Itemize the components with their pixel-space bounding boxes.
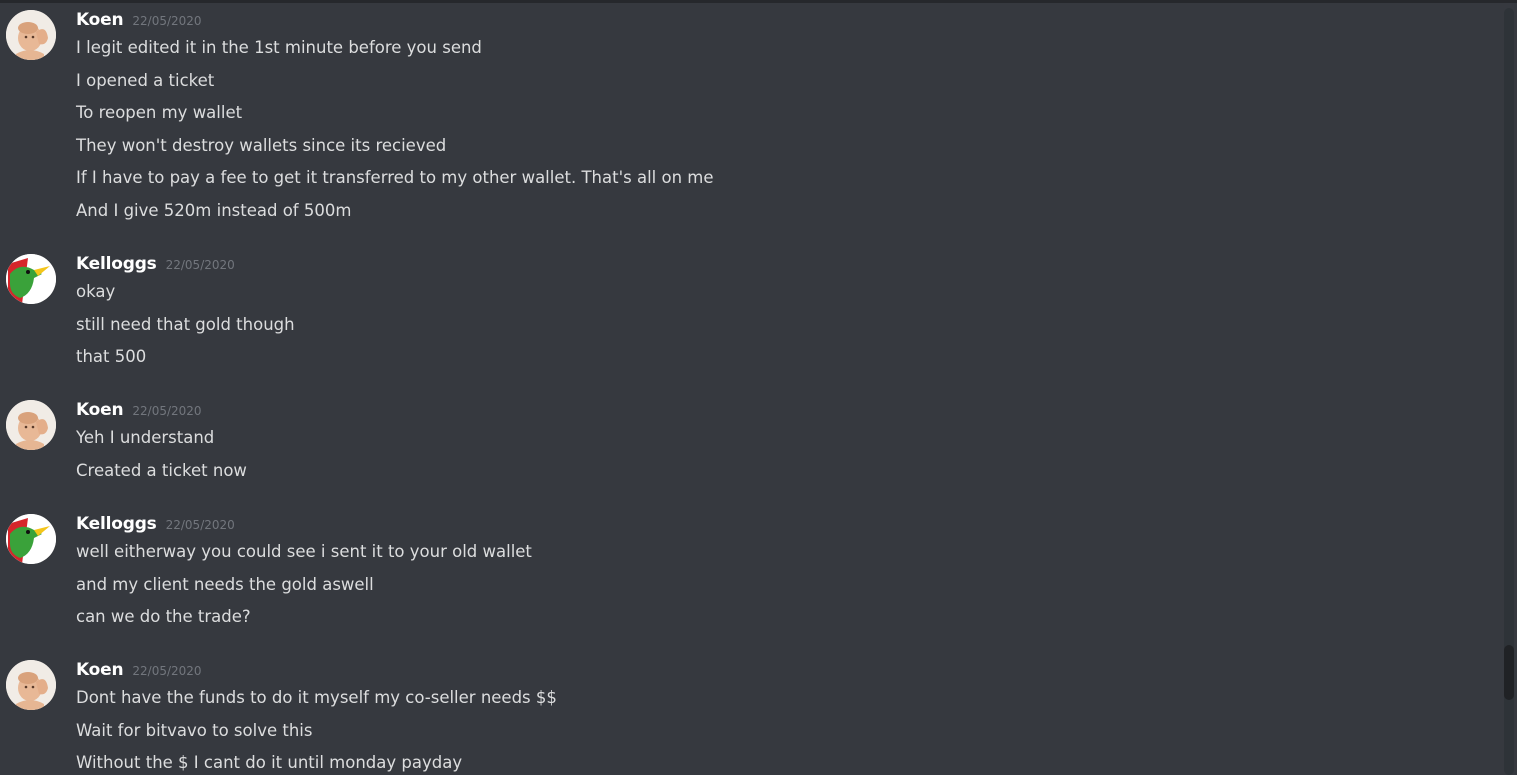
message-header: Kelloggs 22/05/2020 <box>76 514 235 538</box>
message-line: Wait for bitvavo to solve this <box>76 721 313 740</box>
timestamp: 22/05/2020 <box>132 404 202 418</box>
username[interactable]: Koen <box>76 660 124 680</box>
username[interactable]: Koen <box>76 400 124 420</box>
koen-avatar-icon[interactable] <box>6 10 56 60</box>
timestamp: 22/05/2020 <box>165 518 235 532</box>
koen-avatar-icon[interactable] <box>6 660 56 710</box>
message-line: If I have to pay a fee to get it transfe… <box>76 168 714 187</box>
message-line: And I give 520m instead of 500m <box>76 201 352 220</box>
username[interactable]: Kelloggs <box>76 254 157 274</box>
message-line: Created a ticket now <box>76 461 247 480</box>
message-line: To reopen my wallet <box>76 103 243 122</box>
message-line: They won't destroy wallets since its rec… <box>76 136 447 155</box>
message-line: that 500 <box>76 347 147 366</box>
message-line: Yeh I understand <box>76 428 215 447</box>
message-line: okay <box>76 282 116 301</box>
message-line: and my client needs the gold aswell <box>76 575 374 594</box>
message-line: Dont have the funds to do it myself my c… <box>76 688 557 707</box>
kelloggs-avatar-icon[interactable] <box>6 514 56 564</box>
koen-avatar-icon[interactable] <box>6 400 56 450</box>
message-line: Without the $ I cant do it until monday … <box>76 753 463 772</box>
message-header: Koen 22/05/2020 <box>76 10 202 34</box>
chat-messages[interactable]: Koen 22/05/2020 I legit edited it in the… <box>0 0 1500 775</box>
message-line: well eitherway you could see i sent it t… <box>76 542 532 561</box>
message-line: I opened a ticket <box>76 71 215 90</box>
message-line: can we do the trade? <box>76 607 251 626</box>
message-line: I legit edited it in the 1st minute befo… <box>76 38 482 57</box>
message-header: Koen 22/05/2020 <box>76 660 202 684</box>
scrollbar-thumb[interactable] <box>1504 645 1514 700</box>
message-header: Kelloggs 22/05/2020 <box>76 254 235 278</box>
kelloggs-avatar-icon[interactable] <box>6 254 56 304</box>
username[interactable]: Koen <box>76 10 124 30</box>
timestamp: 22/05/2020 <box>132 664 202 678</box>
timestamp: 22/05/2020 <box>132 14 202 28</box>
message-header: Koen 22/05/2020 <box>76 400 202 424</box>
timestamp: 22/05/2020 <box>165 258 235 272</box>
message-line: still need that gold though <box>76 315 295 334</box>
username[interactable]: Kelloggs <box>76 514 157 534</box>
